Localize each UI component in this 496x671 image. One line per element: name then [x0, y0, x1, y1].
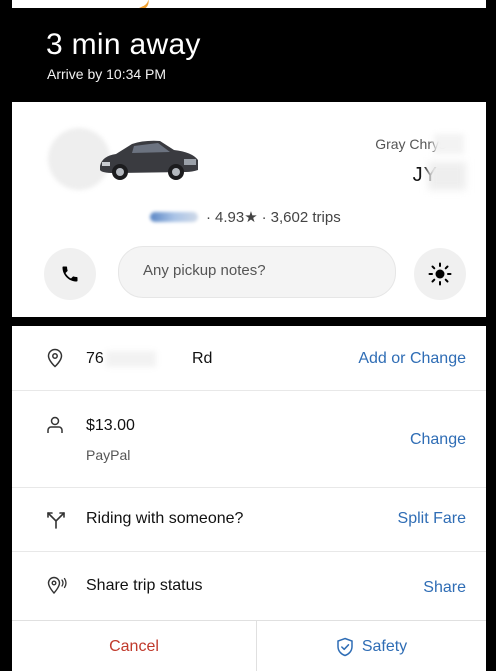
- eta-title: 3 min away: [46, 28, 201, 61]
- safety-button[interactable]: Safety: [257, 621, 486, 671]
- car-image: [100, 140, 198, 180]
- call-driver-button[interactable]: [44, 248, 96, 300]
- destination-address-prefix: 76: [86, 350, 104, 367]
- share-trip-status-label: Share trip status: [86, 577, 203, 594]
- pickup-notes-placeholder: Any pickup notes?: [143, 262, 266, 279]
- add-or-change-link[interactable]: Add or Change: [358, 350, 466, 368]
- cancel-button[interactable]: Cancel: [12, 621, 257, 671]
- split-icon: [47, 512, 65, 529]
- car-model-redaction: [434, 134, 464, 154]
- driver-name-redaction: [150, 212, 198, 222]
- driver-rating: 4.93★: [215, 209, 258, 226]
- share-trip-row[interactable]: Share trip status Share: [12, 552, 486, 620]
- safety-label: Safety: [361, 637, 408, 655]
- riding-with-someone-label: Riding with someone?: [86, 510, 244, 527]
- right-bezel: [486, 0, 496, 671]
- arrive-by-text: Arrive by 10:34 PM: [47, 66, 167, 82]
- location-pin-icon: [47, 348, 63, 368]
- payment-method: PayPal: [86, 447, 131, 463]
- separator-dot: ·: [206, 208, 211, 226]
- phone-icon: [62, 266, 78, 282]
- separator-dot: ·: [261, 208, 267, 226]
- fare-amount: $13.00: [86, 417, 135, 434]
- share-link[interactable]: Share: [423, 579, 466, 597]
- shield-icon: [337, 637, 353, 656]
- app-frame: 3 min away Arrive by 10:34 PM Gray Chrys…: [0, 0, 496, 671]
- driver-rating-row: · 4.93★ · 3,602 trips: [150, 208, 341, 226]
- payment-row[interactable]: $13.00 PayPal Change: [12, 391, 486, 488]
- driver-card: Gray Chrys JY · 4.93★ · 3,602 trips Any …: [12, 102, 486, 317]
- cancel-label: Cancel: [109, 637, 159, 655]
- change-payment-link[interactable]: Change: [410, 431, 466, 449]
- section-divider: [12, 317, 486, 326]
- beacon-button[interactable]: [414, 248, 466, 300]
- share-location-icon: [47, 576, 67, 595]
- address-redaction: [106, 351, 156, 367]
- plate-redaction: [428, 162, 466, 190]
- destination-row[interactable]: 76 Rd Add or Change: [12, 326, 486, 391]
- beacon-icon: [428, 262, 452, 286]
- driver-trips: 3,602 trips: [270, 208, 341, 226]
- top-band: [0, 0, 496, 8]
- left-bezel: [0, 0, 12, 671]
- destination-address-suffix: Rd: [192, 350, 213, 367]
- pickup-notes-input[interactable]: Any pickup notes?: [118, 246, 396, 298]
- split-fare-row[interactable]: Riding with someone? Split Fare: [12, 488, 486, 552]
- bottom-action-bar: Cancel Safety: [12, 620, 486, 671]
- split-fare-link[interactable]: Split Fare: [398, 510, 466, 528]
- eta-header: 3 min away Arrive by 10:34 PM: [12, 8, 486, 102]
- person-icon: [47, 416, 63, 433]
